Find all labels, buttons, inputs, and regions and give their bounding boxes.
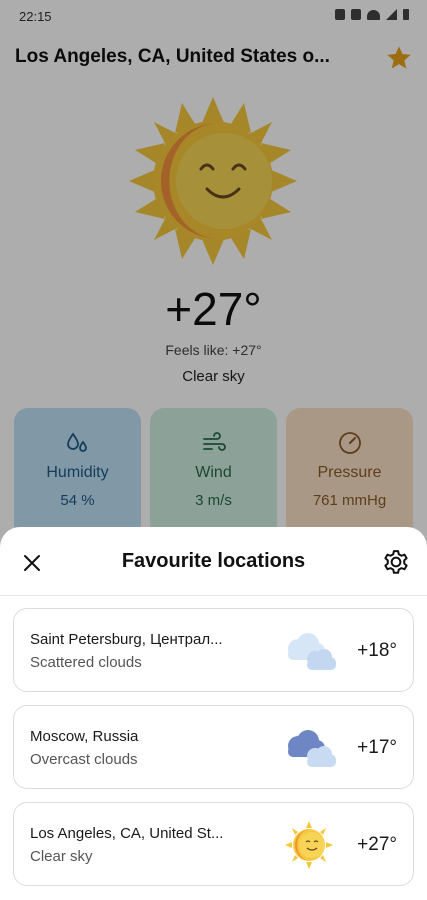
location-temperature: +18° <box>357 640 397 661</box>
list-item[interactable]: Saint Petersburg, Централ... Scattered c… <box>13 608 414 692</box>
scattered-clouds-icon <box>288 633 336 670</box>
list-item[interactable]: Moscow, Russia Overcast clouds +17° <box>13 705 414 789</box>
sun-icon <box>285 821 333 869</box>
location-temperature: +17° <box>357 737 397 758</box>
sheet-title: Favourite locations <box>121 550 306 572</box>
location-name: Los Angeles, CA, United St... <box>30 825 224 842</box>
overcast-clouds-icon <box>288 730 336 767</box>
sheet-divider <box>0 595 427 596</box>
favourite-locations-sheet: Favourite locations Saint Petersburg, Це… <box>0 527 427 900</box>
gear-icon[interactable] <box>381 547 411 577</box>
favourite-locations-list: Saint Petersburg, Централ... Scattered c… <box>13 608 414 899</box>
location-description: Clear sky <box>30 848 93 865</box>
location-name: Moscow, Russia <box>30 728 139 745</box>
location-temperature: +27° <box>357 834 397 855</box>
location-description: Overcast clouds <box>30 751 138 768</box>
list-item[interactable]: Los Angeles, CA, United St... Clear sky … <box>13 802 414 886</box>
location-description: Scattered clouds <box>30 654 142 671</box>
location-name: Saint Petersburg, Централ... <box>30 631 223 648</box>
